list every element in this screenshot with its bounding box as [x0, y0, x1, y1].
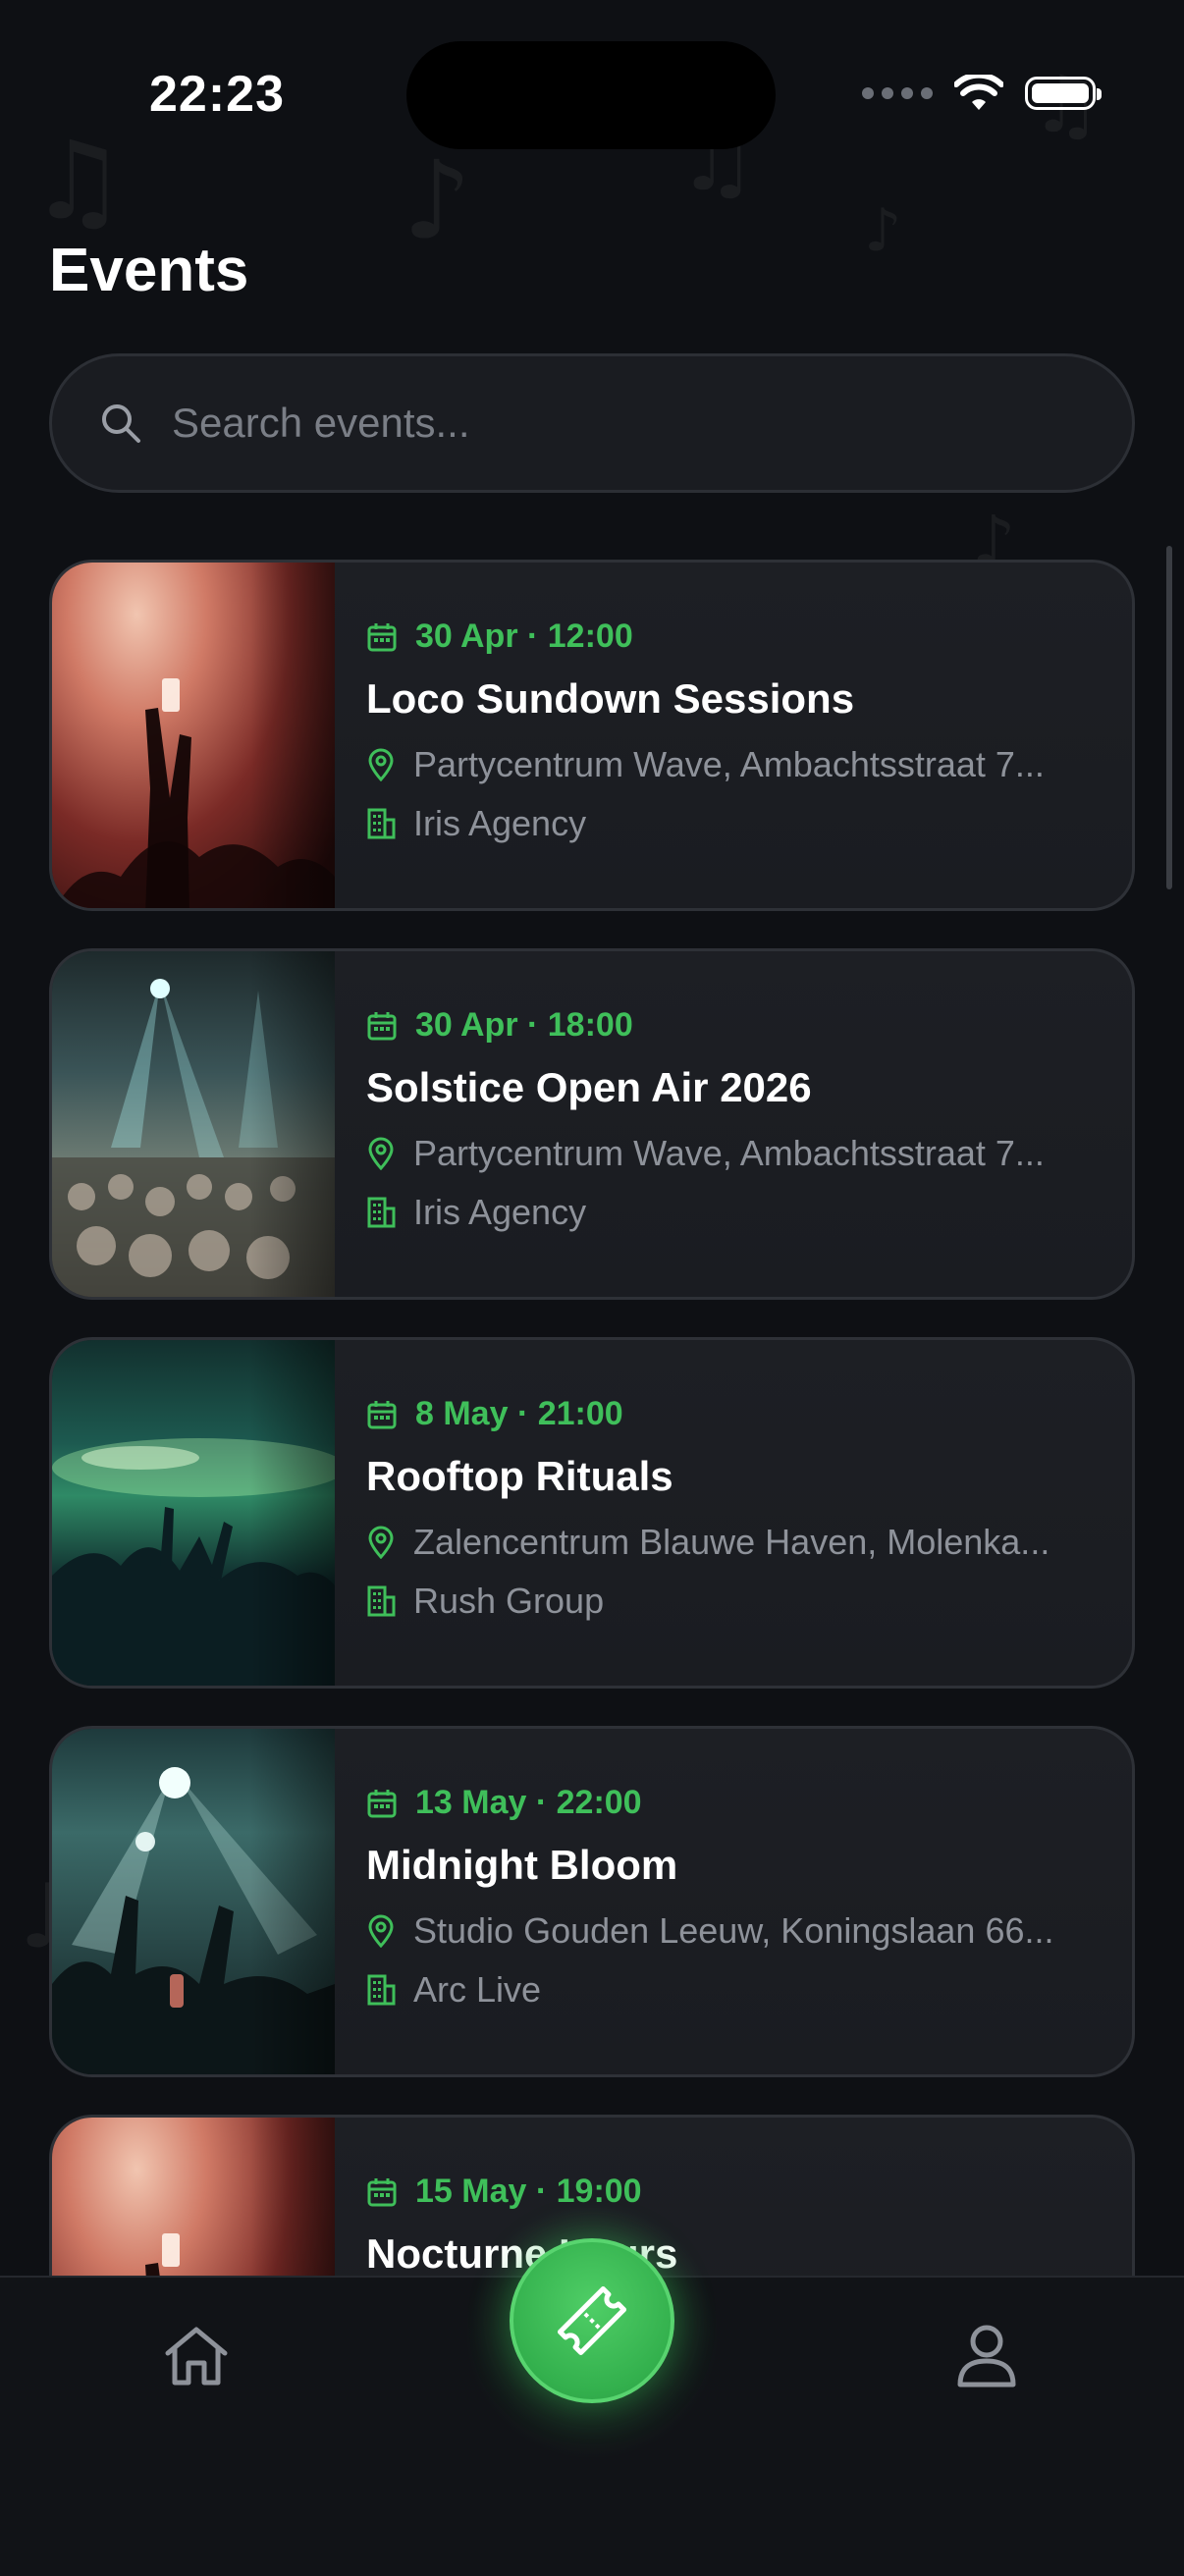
event-date: 13 May · 22:00	[415, 1784, 642, 1821]
event-image	[52, 1340, 335, 1686]
event-date: 30 Apr · 18:00	[415, 1006, 633, 1044]
event-title: Solstice Open Air 2026	[366, 1064, 812, 1110]
event-organizer-row: Iris Agency	[366, 1192, 1132, 1233]
event-title: Loco Sundown Sessions	[366, 675, 855, 722]
nav-profile-button[interactable]	[947, 2317, 1026, 2395]
event-venue: Partycentrum Wave, Ambachtsstraat 7...	[413, 744, 1045, 784]
event-organizer: Iris Agency	[413, 1192, 587, 1232]
event-image	[52, 1729, 335, 2074]
event-card[interactable]: 8 May · 21:00 Rooftop Rituals Zalencentr…	[49, 1337, 1135, 1689]
event-date-row: 30 Apr · 18:00	[366, 1006, 1132, 1045]
scroll-indicator[interactable]	[1166, 546, 1172, 889]
battery-icon	[1025, 77, 1102, 110]
event-card[interactable]: 30 Apr · 12:00 Loco Sundown Sessions Par…	[49, 560, 1135, 911]
wifi-icon	[954, 75, 1003, 110]
event-date-row: 8 May · 21:00	[366, 1395, 1132, 1433]
map-pin-icon	[368, 1914, 394, 1948]
status-icons	[862, 75, 1102, 112]
event-venue-row: Partycentrum Wave, Ambachtsstraat 7...	[366, 1133, 1132, 1174]
background-note-icon: ♫	[29, 118, 127, 243]
building-icon	[367, 1974, 396, 2006]
event-image	[52, 951, 335, 1297]
search-input[interactable]	[170, 399, 1057, 448]
calendar-icon	[367, 2177, 397, 2206]
user-icon	[957, 2325, 1016, 2388]
search-bar[interactable]	[49, 353, 1135, 493]
building-icon	[367, 1197, 396, 1228]
event-venue: Zalencentrum Blauwe Haven, Molenka...	[413, 1522, 1050, 1562]
home-icon	[165, 2327, 228, 2386]
calendar-icon	[367, 1400, 397, 1428]
building-icon	[367, 1585, 396, 1617]
event-date-row: 13 May · 22:00	[366, 1784, 1132, 1822]
event-date: 8 May · 21:00	[415, 1395, 623, 1432]
event-organizer: Iris Agency	[413, 803, 587, 843]
event-date-row: 15 May · 19:00	[366, 2173, 1132, 2211]
event-venue-row: Partycentrum Wave, Ambachtsstraat 7...	[366, 744, 1132, 785]
event-card[interactable]: 30 Apr · 18:00 Solstice Open Air 2026 Pa…	[49, 948, 1135, 1300]
event-organizer: Arc Live	[413, 1969, 542, 2010]
calendar-icon	[367, 1789, 397, 1817]
search-icon	[102, 404, 140, 443]
event-organizer-row: Rush Group	[366, 1581, 1132, 1622]
page-title: Events	[49, 237, 249, 304]
map-pin-icon	[368, 1137, 394, 1170]
event-title: Midnight Bloom	[366, 1842, 678, 1888]
background-note-icon: ♪	[403, 137, 472, 263]
status-time: 22:23	[149, 66, 285, 123]
map-pin-icon	[368, 1526, 394, 1559]
background-note-icon: ♪	[864, 196, 902, 265]
event-image	[52, 2118, 335, 2276]
event-image	[52, 563, 335, 908]
calendar-icon	[367, 622, 397, 651]
event-organizer: Rush Group	[413, 1581, 605, 1621]
event-venue: Partycentrum Wave, Ambachtsstraat 7...	[413, 1133, 1045, 1173]
nav-home-button[interactable]	[157, 2317, 236, 2395]
event-organizer-row: Arc Live	[366, 1969, 1132, 2011]
tickets-fab-button[interactable]	[510, 2238, 674, 2403]
ticket-icon	[557, 2285, 627, 2356]
event-date-row: 30 Apr · 12:00	[366, 617, 1132, 656]
event-venue: Studio Gouden Leeuw, Koningslaan 66...	[413, 1910, 1054, 1951]
event-venue-row: Studio Gouden Leeuw, Koningslaan 66...	[366, 1910, 1132, 1952]
event-organizer-row: Iris Agency	[366, 803, 1132, 844]
signal-icon	[862, 87, 933, 99]
dynamic-island	[406, 41, 776, 149]
event-title: Rooftop Rituals	[366, 1453, 673, 1499]
building-icon	[367, 808, 396, 839]
event-list[interactable]: 30 Apr · 12:00 Loco Sundown Sessions Par…	[49, 560, 1135, 2276]
event-card[interactable]: 13 May · 22:00 Midnight Bloom Studio Gou…	[49, 1726, 1135, 2077]
event-venue-row: Zalencentrum Blauwe Haven, Molenka...	[366, 1522, 1132, 1563]
event-date: 30 Apr · 12:00	[415, 617, 633, 655]
map-pin-icon	[368, 748, 394, 781]
calendar-icon	[367, 1011, 397, 1040]
